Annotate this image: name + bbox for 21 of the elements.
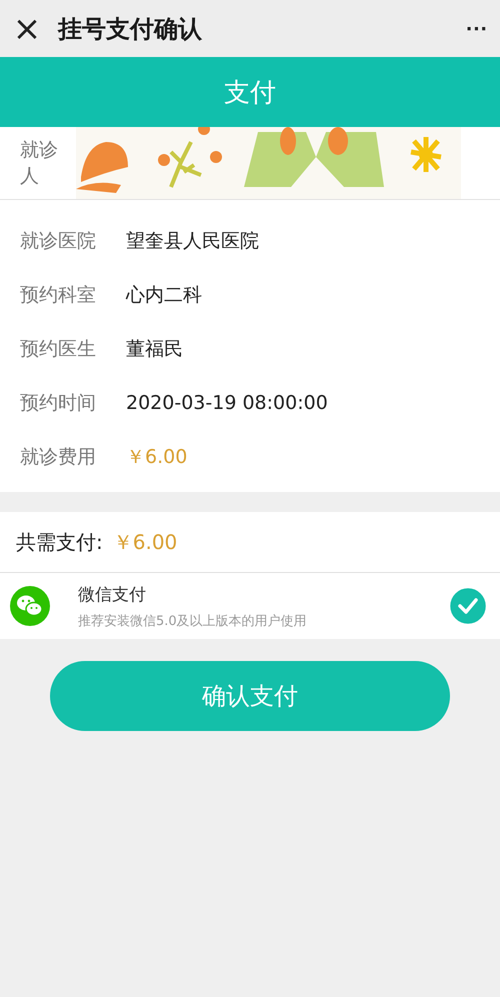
field-label: 就诊医院 (20, 229, 97, 254)
field-label: 预约医生 (20, 337, 97, 362)
field-value: 董福民 (126, 337, 183, 362)
field-label: 预约时间 (20, 391, 97, 416)
chat-bubbles-icon (10, 586, 50, 626)
close-button[interactable]: × (10, 12, 44, 46)
field-label: 就诊费用 (20, 445, 97, 470)
field-value: 望奎县人民医院 (126, 229, 259, 254)
payment-note: 推荐安装微信5.0及以上版本的用户使用 (78, 612, 308, 630)
payment-name: 微信支付 (78, 584, 147, 606)
more-button[interactable]: ··· (466, 16, 488, 42)
field-label: 就诊人 (20, 138, 59, 189)
field-label: 预约科室 (20, 283, 97, 308)
total-label: 共需支付: (16, 528, 103, 556)
page-title: 挂号支付确认 (58, 14, 203, 44)
field-value: 2020-03-19 08:00:00 (126, 392, 328, 414)
field-value: ￥6.00 (126, 445, 188, 470)
payment-option[interactable]: 微信支付 推荐安装微信5.0及以上版本的用户使用 (0, 573, 500, 639)
field-value: 心内二科 (126, 283, 202, 308)
banner-title: 支付 (224, 76, 276, 110)
total-amount: ￥6.00 (112, 528, 178, 556)
